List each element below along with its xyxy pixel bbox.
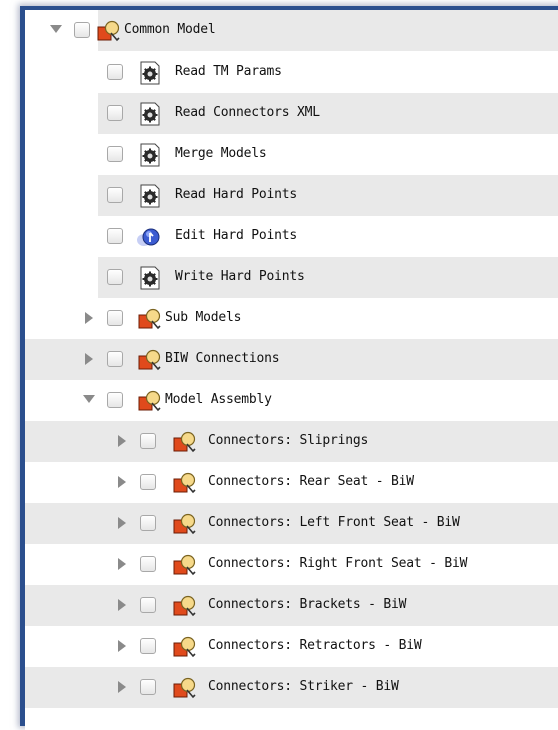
row-checkbox[interactable] bbox=[140, 515, 156, 531]
tree-row-label: Connectors: Sliprings bbox=[208, 433, 369, 448]
row-checkbox[interactable] bbox=[107, 187, 123, 203]
row-checkbox[interactable] bbox=[140, 474, 156, 490]
disclosure-collapsed-icon[interactable] bbox=[118, 640, 126, 652]
tree-row-label: Read Hard Points bbox=[175, 187, 298, 202]
tree-row-label: Connectors: Left Front Seat - BiW bbox=[208, 515, 460, 530]
row-checkbox[interactable] bbox=[107, 351, 123, 367]
row-checkbox[interactable] bbox=[107, 105, 123, 121]
tree-row-label: Read Connectors XML bbox=[175, 105, 320, 120]
row-checkbox[interactable] bbox=[107, 64, 123, 80]
tree-row-sub-models[interactable]: Sub Models bbox=[25, 298, 558, 339]
gear-icon bbox=[140, 61, 160, 85]
model-icon bbox=[173, 431, 196, 453]
disclosure-collapsed-icon[interactable] bbox=[118, 558, 126, 570]
disclosure-expanded-icon[interactable] bbox=[83, 395, 95, 403]
tree-row-label: Connectors: Striker - BiW bbox=[208, 679, 399, 694]
tree-row-label: Connectors: Brackets - BiW bbox=[208, 597, 407, 612]
gear-icon bbox=[140, 143, 160, 167]
row-checkbox[interactable] bbox=[140, 433, 156, 449]
disclosure-collapsed-icon[interactable] bbox=[85, 312, 93, 324]
row-checkbox[interactable] bbox=[140, 556, 156, 572]
tree-row-label: Model Assembly bbox=[165, 392, 272, 407]
model-icon bbox=[138, 349, 161, 371]
tree-panel: Common Model Read TM Params Read Connect… bbox=[25, 10, 558, 730]
tree-row-read-connectors-xml[interactable]: Read Connectors XML bbox=[98, 93, 558, 134]
model-icon bbox=[173, 595, 196, 617]
disclosure-collapsed-icon[interactable] bbox=[85, 353, 93, 365]
row-checkbox[interactable] bbox=[107, 146, 123, 162]
tree-row-connectors-right-front-seat[interactable]: Connectors: Right Front Seat - BiW bbox=[25, 544, 558, 585]
model-icon bbox=[173, 554, 196, 576]
tree-row-read-hard-points[interactable]: Read Hard Points bbox=[98, 175, 558, 216]
disclosure-collapsed-icon[interactable] bbox=[118, 681, 126, 693]
gear-icon bbox=[140, 184, 160, 208]
row-checkbox[interactable] bbox=[140, 638, 156, 654]
row-checkbox[interactable] bbox=[107, 269, 123, 285]
tree-row-label: Connectors: Retractors - BiW bbox=[208, 638, 422, 653]
disclosure-expanded-icon[interactable] bbox=[50, 25, 62, 33]
tree-row-connectors-retractors[interactable]: Connectors: Retractors - BiW bbox=[25, 626, 558, 667]
tree-row-label: Edit Hard Points bbox=[175, 228, 298, 243]
tree-row-label: Write Hard Points bbox=[175, 269, 305, 284]
model-icon bbox=[138, 390, 161, 412]
row-checkbox[interactable] bbox=[140, 679, 156, 695]
row-checkbox[interactable] bbox=[107, 392, 123, 408]
tree-row-read-tm-params[interactable]: Read TM Params bbox=[25, 52, 558, 93]
tree-row-biw-connections[interactable]: BIW Connections bbox=[25, 339, 558, 380]
row-checkbox[interactable] bbox=[140, 597, 156, 613]
row-checkbox[interactable] bbox=[107, 228, 123, 244]
tree-row-write-hard-points[interactable]: Write Hard Points bbox=[98, 257, 558, 298]
disclosure-collapsed-icon[interactable] bbox=[118, 517, 126, 529]
model-icon bbox=[97, 20, 120, 42]
tree-row-connectors-striker[interactable]: Connectors: Striker - BiW bbox=[25, 667, 558, 708]
model-icon bbox=[173, 472, 196, 494]
model-icon bbox=[173, 636, 196, 658]
tree-row-merge-models[interactable]: Merge Models bbox=[25, 134, 558, 175]
tree-row-common-model[interactable]: Common Model bbox=[25, 10, 558, 51]
row-checkbox[interactable] bbox=[107, 310, 123, 326]
disclosure-collapsed-icon[interactable] bbox=[118, 435, 126, 447]
disclosure-collapsed-icon[interactable] bbox=[118, 599, 126, 611]
tree-row-label: BIW Connections bbox=[165, 351, 280, 366]
tree-row-label: Common Model bbox=[124, 22, 216, 37]
row-checkbox[interactable] bbox=[74, 22, 90, 38]
disclosure-collapsed-icon[interactable] bbox=[118, 476, 126, 488]
tree-row-label: Sub Models bbox=[165, 310, 242, 325]
tree-row-edit-hard-points[interactable]: Edit Hard Points bbox=[25, 216, 558, 257]
gear-icon bbox=[140, 102, 160, 126]
tree-row-connectors-left-front-seat[interactable]: Connectors: Left Front Seat - BiW bbox=[25, 503, 558, 544]
tree-row-label: Connectors: Right Front Seat - BiW bbox=[208, 556, 468, 571]
interactive-icon bbox=[137, 228, 160, 246]
tree-row-connectors-rear-seat[interactable]: Connectors: Rear Seat - BiW bbox=[25, 462, 558, 503]
tree-row-label: Merge Models bbox=[175, 146, 267, 161]
tree-row-label: Connectors: Rear Seat - BiW bbox=[208, 474, 414, 489]
model-icon bbox=[173, 677, 196, 699]
gear-icon bbox=[140, 266, 160, 290]
tree-row-label: Read TM Params bbox=[175, 64, 282, 79]
model-icon bbox=[173, 513, 196, 535]
tree-row-model-assembly[interactable]: Model Assembly bbox=[25, 380, 558, 421]
tree-row-connectors-sliprings[interactable]: Connectors: Sliprings bbox=[25, 421, 558, 462]
tree-row-connectors-brackets[interactable]: Connectors: Brackets - BiW bbox=[25, 585, 558, 626]
model-icon bbox=[138, 308, 161, 330]
